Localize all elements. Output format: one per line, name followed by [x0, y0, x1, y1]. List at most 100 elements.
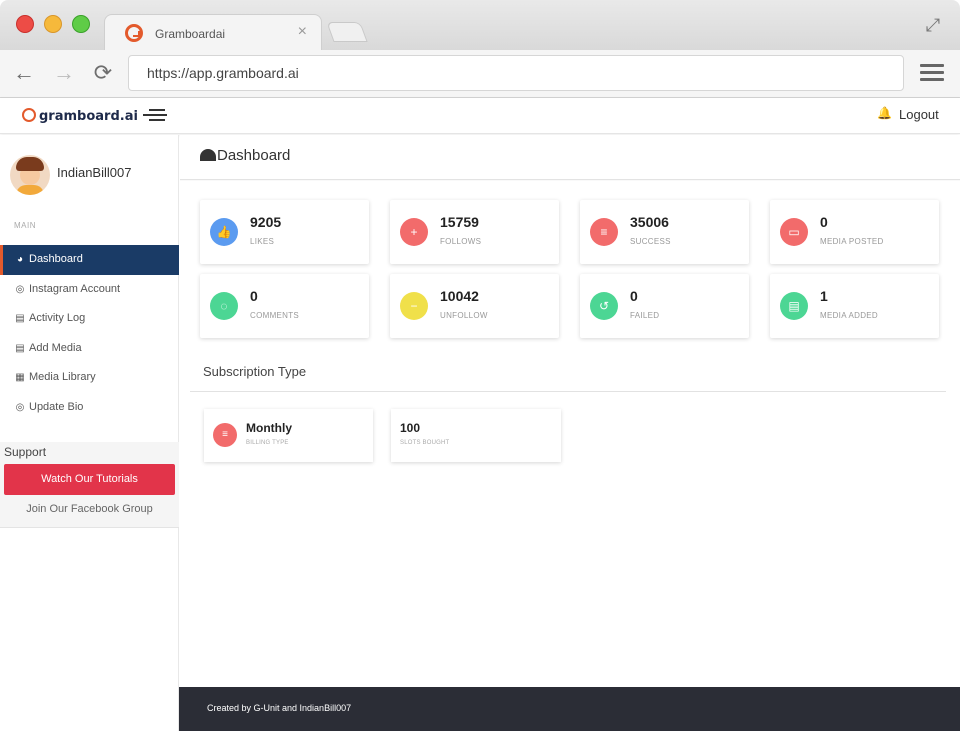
stat-card-success: ≡ 35006 SUCCESS [580, 200, 749, 264]
stat-label: LIKES [250, 237, 275, 246]
section-label: MAIN [14, 221, 36, 230]
minus-circle-icon: − [400, 292, 428, 320]
sidebar-item-update-bio[interactable]: ◎ Update Bio [0, 393, 179, 423]
stat-label: FOLLOWS [440, 237, 482, 246]
stat-label: FAILED [630, 311, 660, 320]
footer-credit: Created by G-Unit and IndianBill007 [207, 703, 352, 713]
dashboard-icon: ◕ [16, 254, 24, 265]
page-title: Dashboard [200, 147, 290, 164]
browser-menu-icon[interactable] [920, 64, 944, 82]
new-tab-button[interactable] [326, 22, 368, 42]
stat-value: 1 [820, 288, 828, 304]
slots-bought-value: 100 [400, 421, 421, 435]
sidebar-item-media-library[interactable]: ▦ Media Library [0, 363, 179, 393]
app-header: gramboard.ai 🔔 Logout [0, 98, 960, 134]
watch-tutorials-button[interactable]: Watch Our Tutorials [4, 464, 175, 495]
sidebar-item-add-media[interactable]: ▤ Add Media [0, 334, 179, 364]
billing-type-card: ≡ Monthly BILLING TYPE [204, 409, 373, 462]
thumbs-up-icon: 👍 [210, 218, 238, 246]
sidebar-item-activity-log[interactable]: ▤ Activity Log [0, 304, 179, 334]
maximize-window-button[interactable] [72, 15, 90, 33]
divider [190, 391, 946, 392]
stat-value: 10042 [440, 288, 479, 304]
sidebar-item-label: Dashboard [29, 253, 83, 265]
sidebar-toggle-icon[interactable] [143, 109, 169, 121]
stat-card-likes: 👍 9205 LIKES [200, 200, 369, 264]
back-icon[interactable]: ← [11, 60, 37, 86]
browser-tab[interactable]: Gramboardai × [104, 14, 322, 50]
tab-title: Gramboardai [155, 27, 226, 41]
stat-card-media-added: ▤ 1 MEDIA ADDED [770, 274, 939, 338]
media-icon: ▭ [780, 218, 808, 246]
stat-label: MEDIA ADDED [820, 311, 878, 320]
facebook-group-link[interactable]: Join Our Facebook Group [0, 503, 179, 515]
instagram-icon: ◎ [15, 283, 25, 295]
stat-value: 35006 [630, 214, 669, 230]
reload-icon[interactable]: ⟳ [90, 60, 116, 86]
comments-icon: ◌ [210, 292, 238, 320]
slots-bought-card: 100 SLOTS BOUGHT [391, 409, 561, 462]
support-title: Support [4, 445, 47, 459]
add-file-icon: ▤ [15, 342, 25, 354]
username: IndianBill007 [57, 165, 132, 180]
images-icon: ▦ [15, 372, 25, 383]
slots-bought-label: SLOTS BOUGHT [400, 440, 450, 446]
stat-card-failed: ↺ 0 FAILED [580, 274, 749, 338]
logo-icon [22, 108, 36, 122]
document-icon: ▤ [15, 313, 25, 324]
page-header: Dashboard [180, 135, 960, 180]
billing-type-label: BILLING TYPE [246, 440, 289, 446]
stat-card-comments: ◌ 0 COMMENTS [200, 274, 369, 338]
main-content: Dashboard 👍 9205 LIKES + 15759 FOLLOWS ≡… [180, 135, 960, 687]
subscription-title: Subscription Type [203, 364, 307, 379]
sidebar-item-label: Add Media [29, 341, 82, 354]
brand-logo[interactable]: gramboard.ai [22, 108, 138, 124]
page-title-text: Dashboard [217, 147, 291, 164]
add-user-icon: + [400, 218, 428, 246]
stat-card-unfollow: − 10042 UNFOLLOW [390, 274, 559, 338]
sidebar-item-label: Activity Log [29, 312, 86, 324]
logout-link[interactable]: Logout [899, 107, 939, 122]
billing-type-value: Monthly [246, 421, 292, 435]
fullscreen-icon[interactable]: ⤢ [922, 14, 944, 36]
sidebar-menu: ◕ Dashboard ◎ Instagram Account ▤ Activity … [0, 245, 179, 422]
minimize-window-button[interactable] [44, 15, 62, 33]
stat-label: COMMENTS [250, 311, 300, 320]
stat-value: 0 [820, 214, 828, 230]
forward-icon[interactable]: → [51, 60, 77, 86]
bell-icon[interactable]: 🔔 [877, 106, 892, 120]
footer: Created by G-Unit and IndianBill007 [179, 687, 960, 731]
address-bar[interactable]: https://app.gramboard.ai [128, 55, 904, 91]
sidebar-item-label: Instagram Account [29, 282, 121, 295]
sidebar-item-dashboard[interactable]: ◕ Dashboard [0, 245, 179, 275]
sidebar-item-label: Media Library [29, 371, 96, 383]
sidebar-item-label: Update Bio [29, 400, 84, 413]
browser-window: Gramboardai × ⤢ ← → ⟳ https://app.grambo… [0, 0, 960, 731]
checklist-icon: ≡ [590, 218, 618, 246]
avatar[interactable] [10, 155, 50, 195]
stat-label: MEDIA POSTED [820, 237, 884, 246]
dashboard-icon [200, 149, 216, 161]
undo-icon: ↺ [590, 292, 618, 320]
instagram-icon: ◎ [15, 401, 25, 413]
brand-name: gramboard.ai [39, 109, 138, 124]
browser-toolbar: ← → ⟳ https://app.gramboard.ai [0, 50, 960, 98]
stat-label: UNFOLLOW [440, 311, 488, 320]
stat-card-follows: + 15759 FOLLOWS [390, 200, 559, 264]
stat-value: 0 [250, 288, 258, 304]
close-window-button[interactable] [16, 15, 34, 33]
stat-card-media-posted: ▭ 0 MEDIA POSTED [770, 200, 939, 264]
file-icon: ▤ [780, 292, 808, 320]
sidebar-item-instagram-account[interactable]: ◎ Instagram Account [0, 275, 179, 305]
support-panel: Support Watch Our Tutorials Join Our Fac… [0, 442, 179, 528]
dashboard-content: 👍 9205 LIKES + 15759 FOLLOWS ≡ 35006 SUC… [180, 181, 960, 687]
tab-close-icon[interactable]: × [298, 23, 307, 41]
title-bar: Gramboardai × ⤢ [0, 0, 960, 50]
favicon-icon [125, 24, 143, 42]
stat-value: 15759 [440, 214, 479, 230]
sidebar: IndianBill007 MAIN ◕ Dashboard ◎ Instagram… [0, 135, 179, 731]
stat-value: 9205 [250, 214, 282, 230]
stat-label: SUCCESS [630, 237, 671, 246]
checklist-icon: ≡ [213, 423, 237, 447]
stat-value: 0 [630, 288, 638, 304]
